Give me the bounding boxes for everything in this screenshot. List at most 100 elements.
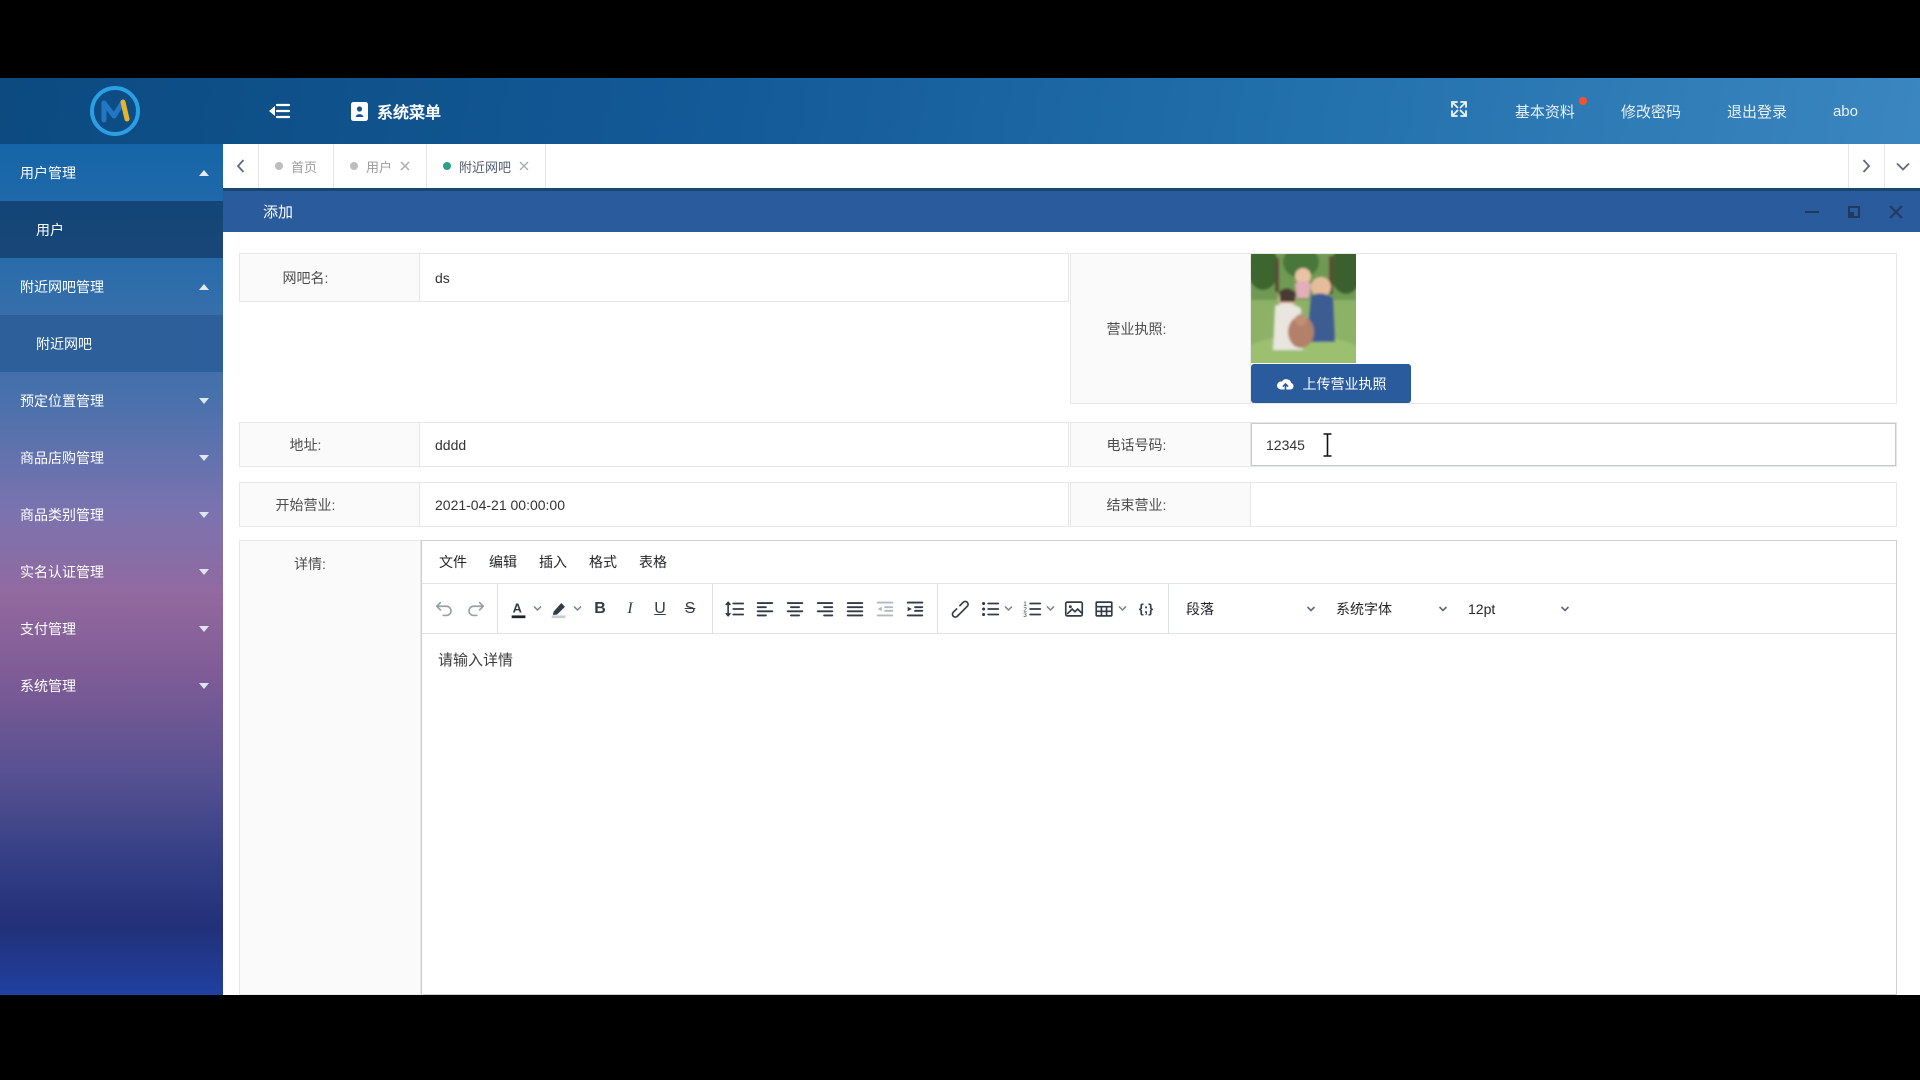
chevron-down-icon <box>1560 605 1570 613</box>
editor-menu-table[interactable]: 表格 <box>628 546 678 578</box>
text-cursor-icon <box>1321 432 1334 458</box>
chevron-up-icon <box>199 284 209 290</box>
text-color-icon[interactable]: A <box>505 592 545 626</box>
open-time-label: 开始营业: <box>240 483 420 526</box>
sidebar-item-realname-auth[interactable]: 实名认证管理 <box>0 543 223 600</box>
sidebar-subitem-user[interactable]: 用户 <box>0 201 223 258</box>
numbered-list-icon[interactable]: 123 <box>1017 592 1059 626</box>
address-input[interactable]: dddd <box>420 423 1068 466</box>
phone-input[interactable]: 12345 <box>1251 423 1896 466</box>
bullet-list-icon[interactable] <box>975 592 1017 626</box>
close-icon[interactable] <box>1888 204 1904 220</box>
system-menu-heading: 系统菜单 <box>350 99 441 123</box>
tab-user[interactable]: 用户 <box>334 144 427 188</box>
detail-label: 详情: <box>239 540 421 995</box>
line-height-icon[interactable] <box>720 592 750 626</box>
align-right-icon[interactable] <box>810 592 840 626</box>
tab-close-icon[interactable] <box>519 161 529 171</box>
insert-table-icon[interactable] <box>1089 592 1131 626</box>
netbar-name-label: 网吧名: <box>240 254 420 301</box>
chevron-down-icon <box>199 512 209 518</box>
nav-username[interactable]: abo <box>1833 103 1858 120</box>
nav-change-password[interactable]: 修改密码 <box>1621 101 1681 122</box>
sidebar-item-goods-category[interactable]: 商品类别管理 <box>0 486 223 543</box>
editor-menu-insert[interactable]: 插入 <box>528 546 578 578</box>
dialog-body: 网吧名: ds 营业执照: <box>223 232 1920 995</box>
insert-image-icon[interactable] <box>1059 592 1089 626</box>
nav-basic-info[interactable]: 基本资料 <box>1515 101 1575 122</box>
link-icon[interactable] <box>945 592 975 626</box>
tab-dot <box>275 162 283 170</box>
editor-menubar: 文件 编辑 插入 格式 表格 <box>422 541 1896 584</box>
svg-text:3: 3 <box>1023 611 1027 618</box>
chevron-down-icon <box>199 455 209 461</box>
chevron-down-icon <box>199 398 209 404</box>
tab-dot-active <box>443 162 451 170</box>
outdent-icon[interactable] <box>870 592 900 626</box>
align-center-icon[interactable] <box>780 592 810 626</box>
netbar-name-input[interactable]: ds <box>420 254 1068 301</box>
license-photo <box>1251 254 1356 363</box>
sidebar-item-goods-purchase[interactable]: 商品店购管理 <box>0 429 223 486</box>
brand-logo-icon <box>88 84 142 138</box>
sidebar-item-reserve-location[interactable]: 预定位置管理 <box>0 372 223 429</box>
editor-menu-file[interactable]: 文件 <box>428 546 478 578</box>
sidebar-collapse-icon[interactable] <box>268 102 290 120</box>
italic-icon[interactable]: I <box>615 592 645 626</box>
open-time-input[interactable]: 2021-04-21 00:00:00 <box>420 483 1068 526</box>
dialog-header: 添加 <box>223 188 1920 232</box>
editor-menu-format[interactable]: 格式 <box>578 546 628 578</box>
chevron-down-icon <box>199 569 209 575</box>
detail-placeholder: 请输入详情 <box>438 649 513 670</box>
tab-close-icon[interactable] <box>400 161 410 171</box>
tab-bar: 首页 用户 附近网吧 <box>223 144 1920 188</box>
detail-editor-content[interactable]: 请输入详情 <box>422 634 1896 994</box>
bold-icon[interactable]: B <box>585 592 615 626</box>
header-nav: 基本资料 修改密码 退出登录 abo <box>1449 78 1920 144</box>
underline-icon[interactable]: U <box>645 592 675 626</box>
chevron-down-icon <box>1306 605 1316 613</box>
tabs-menu-icon[interactable] <box>1884 144 1920 188</box>
nav-basic-info-label: 基本资料 <box>1515 104 1575 121</box>
fullscreen-icon[interactable] <box>1449 99 1469 123</box>
sidebar-item-payment[interactable]: 支付管理 <box>0 600 223 657</box>
tab-home[interactable]: 首页 <box>259 144 334 188</box>
maximize-icon[interactable] <box>1846 204 1862 220</box>
field-close-time: 结束营业: <box>1070 482 1897 527</box>
close-time-input[interactable] <box>1251 483 1896 526</box>
field-netbar-name: 网吧名: ds <box>239 253 1069 302</box>
paragraph-format-select[interactable]: 段落 <box>1176 592 1326 626</box>
dialog-title: 添加 <box>263 201 1804 222</box>
sidebar-item-user-management[interactable]: 用户管理 <box>0 144 223 201</box>
indent-icon[interactable] <box>900 592 930 626</box>
tabs-scroll-right-icon[interactable] <box>1848 144 1884 188</box>
editor-menu-edit[interactable]: 编辑 <box>478 546 528 578</box>
upload-license-button[interactable]: 上传营业执照 <box>1251 364 1411 403</box>
sidebar-item-system[interactable]: 系统管理 <box>0 657 223 714</box>
align-left-icon[interactable] <box>750 592 780 626</box>
font-size-select[interactable]: 12pt <box>1458 592 1580 626</box>
code-sample-icon[interactable]: {;} <box>1131 592 1161 626</box>
strikethrough-icon[interactable]: S <box>675 592 705 626</box>
align-justify-icon[interactable] <box>840 592 870 626</box>
tab-netbar[interactable]: 附近网吧 <box>427 144 546 188</box>
chevron-down-icon <box>199 683 209 689</box>
chevron-down-icon <box>1438 605 1448 613</box>
font-family-select[interactable]: 系统字体 <box>1326 592 1458 626</box>
tabs-scroll-left-icon[interactable] <box>223 144 259 188</box>
notification-badge <box>1579 97 1587 105</box>
undo-icon[interactable] <box>430 592 460 626</box>
field-open-time: 开始营业: 2021-04-21 00:00:00 <box>239 482 1069 527</box>
app-header: 系统菜单 基本资料 修改密码 退出登录 abo <box>0 78 1920 144</box>
highlight-color-icon[interactable] <box>545 592 585 626</box>
address-label: 地址: <box>240 423 420 466</box>
redo-icon[interactable] <box>460 592 490 626</box>
cloud-upload-icon <box>1276 376 1295 392</box>
sidebar-item-netbar-management[interactable]: 附近网吧管理 <box>0 258 223 315</box>
close-time-label: 结束营业: <box>1071 483 1251 526</box>
field-license: 营业执照: <box>1070 253 1897 404</box>
nav-logout[interactable]: 退出登录 <box>1727 101 1787 122</box>
richtext-editor: 文件 编辑 插入 格式 表格 <box>421 540 1897 995</box>
minimize-icon[interactable] <box>1804 204 1820 220</box>
sidebar-subitem-netbar[interactable]: 附近网吧 <box>0 315 223 372</box>
